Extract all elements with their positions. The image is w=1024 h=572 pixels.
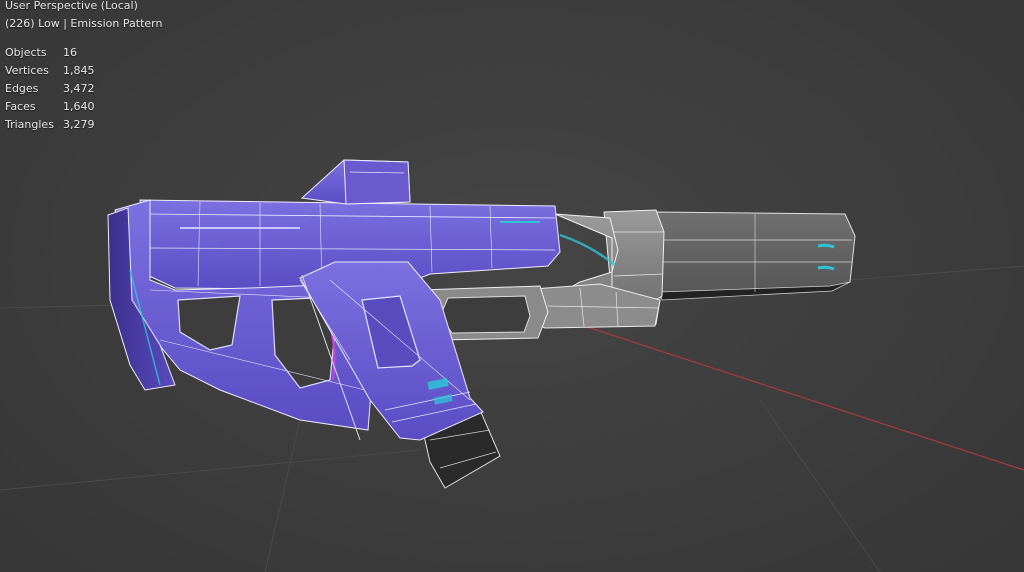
top-sight xyxy=(300,159,411,205)
stat-value: 16 xyxy=(63,46,77,59)
stat-row: Objects 16 xyxy=(5,44,95,62)
viewport-view-name: User Perspective (Local) xyxy=(5,0,138,12)
barrel xyxy=(654,211,856,301)
scene-statistics: Objects 16 Vertices 1,845 Edges 3,472 Fa… xyxy=(5,44,95,134)
stat-row: Vertices 1,845 xyxy=(5,62,95,80)
stat-label: Triangles xyxy=(5,118,54,131)
stat-row: Faces 1,640 xyxy=(5,98,95,116)
stat-value: 1,845 xyxy=(63,64,95,77)
stat-row: Edges 3,472 xyxy=(5,80,95,98)
stat-label: Edges xyxy=(5,82,39,95)
stat-row: Triangles 3,279 xyxy=(5,116,95,134)
stat-value: 3,279 xyxy=(63,118,95,131)
stat-label: Objects xyxy=(5,46,47,59)
model-scene[interactable] xyxy=(0,0,1024,572)
stat-value: 1,640 xyxy=(63,100,95,113)
x-axis-line xyxy=(559,317,1024,471)
3d-viewport[interactable]: User Perspective (Local) (226) Low | Emi… xyxy=(0,0,1024,572)
stat-label: Faces xyxy=(5,100,36,113)
viewport-object-info: (226) Low | Emission Pattern xyxy=(5,17,163,30)
stat-label: Vertices xyxy=(5,64,49,77)
stat-value: 3,472 xyxy=(63,82,95,95)
